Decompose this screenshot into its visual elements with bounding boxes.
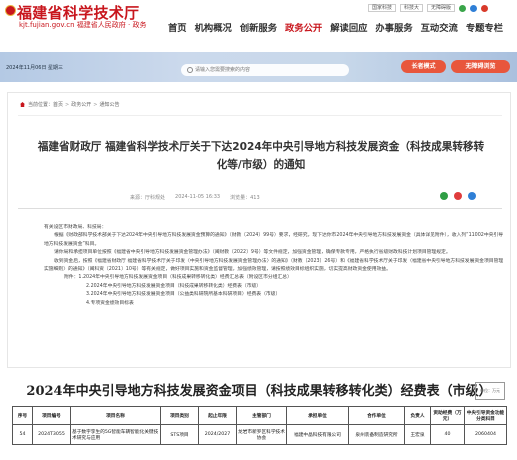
accessible-mode-button[interactable]: 无障碍浏览	[451, 60, 510, 73]
article-meta: 来源：厅科规处 2024-11-05 16:33 浏览量：413	[130, 194, 260, 201]
home-icon	[20, 102, 25, 107]
wechat-share-icon[interactable]	[440, 192, 448, 200]
top-links: 国家科技 科技大 无障碍版	[368, 4, 489, 12]
article-source: 来源：厅科规处	[130, 195, 166, 201]
table-row: 54 2024T3055 基于数字孪生的5G智能车辆智能化关键技术研究与应用 S…	[12, 424, 507, 445]
nav-innovation[interactable]: 创新服务	[240, 22, 277, 36]
weibo-share-icon[interactable]	[454, 192, 462, 200]
emblem-icon	[5, 5, 16, 16]
share-bar	[440, 192, 476, 200]
budget-table: 序号 项目编号 项目名称 项目类别 起止年限 主管部门 承担单位 合作单位 负责…	[12, 406, 507, 445]
table-cell: 2024/2027	[198, 424, 237, 445]
column-header: 主管部门	[236, 406, 287, 425]
column-header: 序号	[12, 406, 33, 425]
article-date: 2024-11-05 16:33	[175, 194, 221, 200]
column-header: 起止年限	[198, 406, 237, 425]
nav-interaction[interactable]: 互动交流	[421, 22, 458, 36]
salutation: 有关设区市财政局、科技局：	[44, 225, 107, 230]
breadcrumb-gov-affairs[interactable]: 政务公开	[71, 101, 91, 108]
body-paragraph: 请你局和承担项目单位按照《福建省中央引导地方科技发展资金管理办法》（闽财教〔20…	[54, 250, 451, 256]
column-header: 中央引导资金功能分类科目	[464, 406, 507, 425]
page-title: 福建省财政厅 福建省科学技术厅关于下达2024年中央引导地方科技发展资金（科技成…	[37, 141, 485, 171]
table-header-row: 序号 项目编号 项目名称 项目类别 起止年限 主管部门 承担单位 合作单位 负责…	[12, 406, 507, 425]
divider	[18, 208, 502, 209]
nav-topics[interactable]: 专题专栏	[466, 22, 503, 36]
divider	[18, 115, 502, 116]
table-unit-note: 单位：万元	[475, 382, 505, 400]
breadcrumb-home[interactable]: 首页	[53, 101, 63, 108]
top-link-accessible[interactable]: 无障碍版	[427, 4, 456, 12]
table-cell: STS项目	[160, 424, 199, 445]
table-cell: 2060404	[464, 424, 507, 445]
nav-gov-affairs[interactable]: 政务公开	[285, 22, 322, 36]
column-header: 项目名称	[70, 406, 161, 425]
nav-interpretation[interactable]: 解读回应	[330, 22, 367, 36]
column-header: 合作单位	[348, 406, 405, 425]
search-input[interactable]	[195, 64, 345, 76]
table-cell: 40	[430, 424, 465, 445]
attachment-link[interactable]: 4.专项资金绩效目标表	[44, 300, 506, 308]
budget-table-image: 2024年中央引导地方科技发展资金项目（科技成果转移转化类）经费表（市级） 单位…	[7, 368, 511, 460]
column-header: 资助经费（万元）	[430, 406, 465, 425]
table-cell: 基于数字孪生的5G智能车辆智能化关键技术研究与应用	[70, 424, 161, 445]
table-cell: 王宏泉	[404, 424, 431, 445]
breadcrumb-separator: >	[65, 101, 70, 108]
attachment-link[interactable]: 3.2024年中央引导地方科技发展资金项目（公益类科研院所基本科研项目）经费表（…	[44, 291, 506, 299]
top-link-tech[interactable]: 科技大	[400, 4, 424, 12]
column-header: 负责人	[404, 406, 431, 425]
search-box[interactable]	[181, 64, 349, 76]
column-header: 承担单位	[286, 406, 349, 425]
table-cell: 2024T3055	[32, 424, 71, 445]
breadcrumb-separator: >	[93, 101, 98, 108]
nav-about[interactable]: 机构概况	[195, 22, 232, 36]
search-icon[interactable]	[187, 67, 193, 73]
app-icon[interactable]	[470, 4, 478, 12]
main-nav: 首页 机构概况 创新服务 政务公开 解读回应 办事服务 互动交流 专题专栏	[168, 22, 511, 36]
elder-mode-button[interactable]: 长者模式	[401, 60, 446, 73]
attachment-link[interactable]: 2.2024年中央引导地方科技发展资金项目（科技成果转移转化类）经费表（市级）	[44, 283, 506, 291]
nav-services[interactable]: 办事服务	[375, 22, 412, 36]
nav-home[interactable]: 首页	[168, 22, 187, 36]
table-title: 2024年中央引导地方科技发展资金项目（科技成果转移转化类）经费表（市级）	[26, 384, 492, 399]
site-header: 福建省科学技术厅 kjt.fujian.gov.cn 福建省人民政府 · 政务 …	[0, 0, 517, 40]
article-views: 浏览量：413	[230, 195, 260, 201]
qq-share-icon[interactable]	[468, 192, 476, 200]
table-cell: 54	[12, 424, 33, 445]
column-header: 项目编号	[32, 406, 71, 425]
breadcrumb-label: 当前位置：	[28, 102, 54, 108]
attachments-label: 附件：	[64, 275, 79, 281]
table-cell: 福建中晶科技有限公司	[286, 424, 349, 445]
body-paragraph: 根据《财政部科学技术部关于下达2024年中央引导地方科技发展资金预算的通知》（财…	[44, 233, 504, 247]
table-cell: 龙岩市新罗区科学技术协会	[236, 424, 287, 445]
article-card: 当前位置： 首页 > 政务公开 > 通知公告 福建省财政厅 福建省科学技术厅关于…	[7, 92, 511, 368]
article-body: 有关设区市财政局、科技局： 根据《财政部科学技术部关于下达2024年中央引导地方…	[44, 224, 506, 308]
body-paragraph: 收到资金后，按照《福建省财政厅 福建省科学技术厅关于印发〈中央引导地方科技发展资…	[44, 258, 504, 273]
breadcrumb: 当前位置： 首页 > 政务公开 > 通知公告	[20, 101, 119, 108]
site-logo-subtitle: kjt.fujian.gov.cn 福建省人民政府 · 政务	[19, 21, 147, 29]
top-link-national-science[interactable]: 国家科技	[368, 4, 397, 12]
table-cell: 泉州装备制造研究所	[348, 424, 405, 445]
wechat-icon[interactable]	[459, 4, 467, 12]
current-date: 2024年11月06日 星期三	[6, 65, 64, 71]
breadcrumb-notices[interactable]: 通知公告	[99, 101, 119, 108]
column-header: 项目类别	[160, 406, 199, 425]
weibo-icon[interactable]	[481, 4, 489, 12]
attachment-link[interactable]: 1.2024年中央引导地方科技发展资金项目（科技成果转移转化类）经费汇总表（附设…	[78, 275, 291, 280]
